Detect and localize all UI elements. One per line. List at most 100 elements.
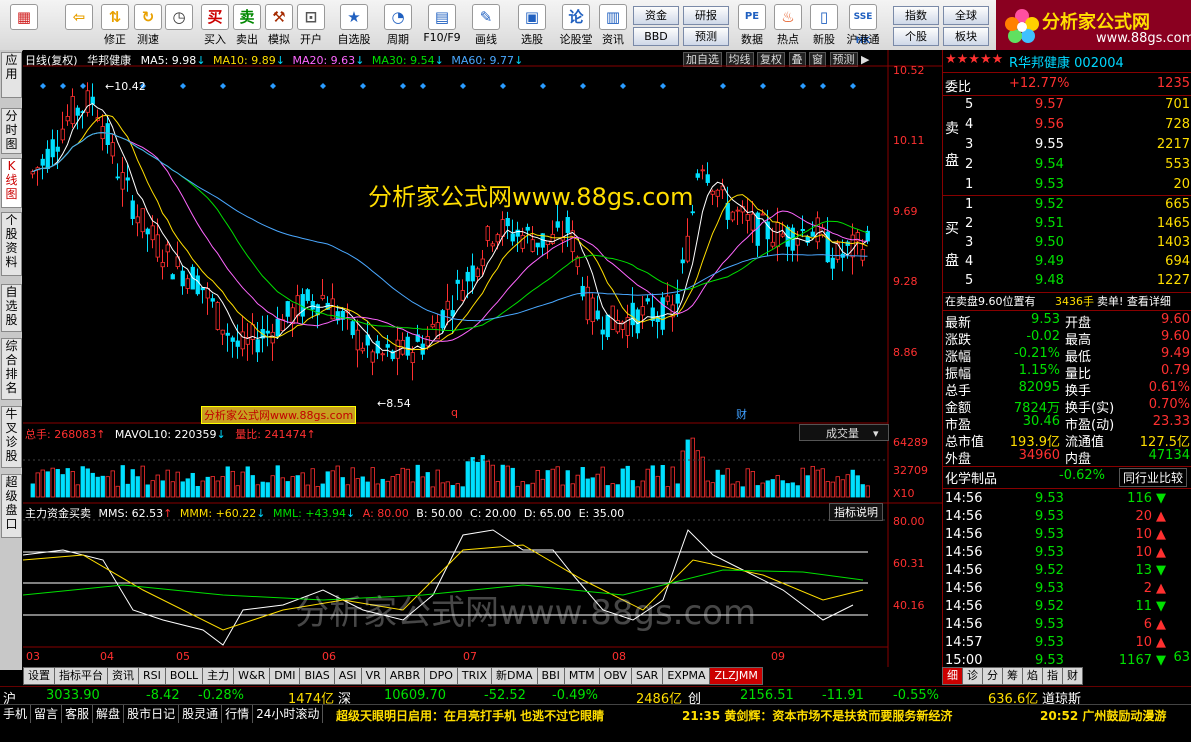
bbd-button[interactable]: BBD — [633, 27, 679, 46]
tab-indicator-platform[interactable]: 指标平台 — [54, 667, 108, 685]
volume-bar — [555, 466, 560, 498]
data-button[interactable]: PE 数据 — [736, 2, 768, 48]
speedtest-button[interactable]: ↻ 测速 — [132, 2, 164, 48]
diary-button[interactable]: 股市日记 — [124, 705, 180, 723]
tab-expma[interactable]: EXPMA — [662, 667, 711, 685]
tab-info[interactable]: 资讯 — [107, 667, 139, 685]
tab-boll[interactable]: BOLL — [164, 667, 204, 685]
index-link[interactable]: 指数 — [893, 6, 939, 25]
quotes-button[interactable]: 行情 — [222, 705, 254, 723]
chart-area[interactable]: 日线(复权) 华邦健康 MA5: 9.98↓ MA10: 9.89↓ MA20:… — [23, 50, 942, 667]
global-link[interactable]: 全球 — [943, 6, 989, 25]
tab-sar[interactable]: SAR — [630, 667, 664, 685]
tab-zlzjmm[interactable]: ZLZJMM — [709, 667, 763, 685]
tab-arbr[interactable]: ARBR — [384, 667, 426, 685]
tab-rsi[interactable]: RSI — [138, 667, 166, 685]
q-marker: q — [451, 406, 458, 419]
tab-asi[interactable]: ASI — [333, 667, 362, 685]
tab-bias[interactable]: BIAS — [299, 667, 335, 685]
tab-dpo[interactable]: DPO — [424, 667, 458, 685]
tab-detail[interactable]: 细 — [942, 667, 963, 685]
tab-ranking[interactable]: 综合排名 — [1, 338, 22, 400]
tab-chips[interactable]: 筹 — [1002, 667, 1023, 685]
mobile-button[interactable]: 手机 — [0, 705, 32, 723]
volume-dropdown[interactable]: 成交量 ▾ — [799, 424, 889, 441]
message-button[interactable]: 留言 — [31, 705, 63, 723]
tab-profile[interactable]: 个股资料 — [1, 212, 22, 276]
tab-main-force[interactable]: 主力 — [202, 667, 235, 685]
tab-settings[interactable]: 设置 — [23, 667, 55, 685]
tab-minute[interactable]: 分 — [982, 667, 1003, 685]
tab-flame[interactable]: 焰 — [1022, 667, 1043, 685]
fix-button[interactable]: ⇅ 修正 — [100, 2, 130, 48]
hk-connect-button[interactable]: SSE HK 沪港通 — [842, 2, 884, 48]
tab-mtm[interactable]: MTM — [563, 667, 600, 685]
simulate-button[interactable]: ⚒ 模拟 — [264, 2, 294, 48]
signal-diamond — [580, 83, 586, 89]
position-detail-link[interactable]: 卖单! 查看详细 — [1097, 293, 1171, 309]
news-item-3[interactable]: 20:52 广州鼓励动漫游 — [1040, 707, 1166, 724]
tab-apps[interactable]: 应用 — [1, 52, 22, 98]
sector-link[interactable]: 板块 — [943, 27, 989, 46]
lingtong-button[interactable]: 股灵通 — [179, 705, 223, 723]
sell-price: 9.54 — [1035, 157, 1064, 172]
service-button[interactable]: 客服 — [62, 705, 94, 723]
tab-dmi[interactable]: DMI — [269, 667, 301, 685]
tab-wr[interactable]: W&R — [233, 667, 271, 685]
refresh-icon: ↻ — [134, 4, 162, 30]
candle-body — [520, 234, 525, 249]
tab-kline[interactable]: K线图 — [1, 158, 22, 208]
tab-intraday[interactable]: 分时图 — [1, 108, 22, 154]
forecast-button[interactable]: 预测 — [683, 27, 729, 46]
forum-button[interactable]: 论论股堂 — [556, 2, 596, 48]
f10-button[interactable]: ▤ F10/F9 — [420, 2, 464, 48]
tab-finance[interactable]: 财 — [1062, 667, 1083, 685]
news-button[interactable]: ▥ 资讯 — [598, 2, 628, 48]
candle-body — [500, 219, 505, 237]
draw-button[interactable]: ✎ 画线 — [468, 2, 504, 48]
candle-body — [210, 298, 215, 302]
tab-diagnosis[interactable]: 牛叉诊股 — [1, 406, 22, 468]
indicator-help-button[interactable]: 指标说明 — [829, 503, 883, 521]
analysis-button[interactable]: 解盘 — [93, 705, 125, 723]
stock-picker-button[interactable]: ▣ 选股 — [512, 2, 552, 48]
volume-bar — [705, 480, 710, 498]
tab-super-book[interactable]: 超级盘口 — [1, 474, 22, 538]
tab-index[interactable]: 指 — [1042, 667, 1063, 685]
tab-vr[interactable]: VR — [360, 667, 386, 685]
tab-obv[interactable]: OBV — [598, 667, 632, 685]
period-button[interactable]: ◔ 周期 — [378, 2, 418, 48]
news-item-1[interactable]: 超级天眼明日启用：在月亮打手机 也逃不过它眼睛 — [336, 707, 604, 724]
tick-volume: 1167 — [1118, 653, 1152, 668]
tab-diagnose[interactable]: 诊 — [962, 667, 983, 685]
tab-new-dma[interactable]: 新DMA — [491, 667, 538, 685]
candle-body — [105, 123, 110, 145]
rolling-news-button[interactable]: 24小时滚动 — [253, 705, 324, 723]
back-button[interactable]: ⇦ — [62, 2, 96, 48]
sell-button[interactable]: 卖卖出 — [232, 2, 262, 48]
hotspot-button[interactable]: ♨ 热点 — [772, 2, 804, 48]
tab-trix[interactable]: TRIX — [456, 667, 493, 685]
cy-value: 2156.51 — [740, 688, 794, 703]
stock-link[interactable]: 个股 — [893, 27, 939, 46]
app-grid-button[interactable]: ▦ — [4, 2, 44, 48]
tab-bbi[interactable]: BBI — [536, 667, 565, 685]
open-account-button[interactable]: ⊡ 开户 — [296, 2, 326, 48]
stat-row: 最新 9.53 开盘 9.60 — [943, 312, 1191, 331]
candle-body — [240, 331, 245, 350]
volume-bar — [30, 483, 35, 498]
clock-button[interactable]: ◷ — [164, 2, 194, 48]
research-button[interactable]: 研报 — [683, 6, 729, 25]
volume-bar — [685, 439, 690, 498]
industry-compare-button[interactable]: 同行业比较 — [1119, 468, 1188, 487]
month-07: 07 — [463, 650, 477, 663]
fund-button[interactable]: 资金 — [633, 6, 679, 25]
buy-button[interactable]: 买买入 — [200, 2, 230, 48]
volume-bar — [190, 472, 195, 498]
candle-body — [125, 177, 130, 181]
candle-body — [780, 233, 785, 237]
watchlist-button[interactable]: ★ 自选股 — [334, 2, 374, 48]
news-item-2[interactable]: 21:35 黄剑辉：资本市场不是扶贫而要服务新经济 — [682, 707, 952, 724]
ipo-button[interactable]: ▯ 新股 — [808, 2, 840, 48]
tab-watchlist[interactable]: 自选股 — [1, 284, 22, 332]
